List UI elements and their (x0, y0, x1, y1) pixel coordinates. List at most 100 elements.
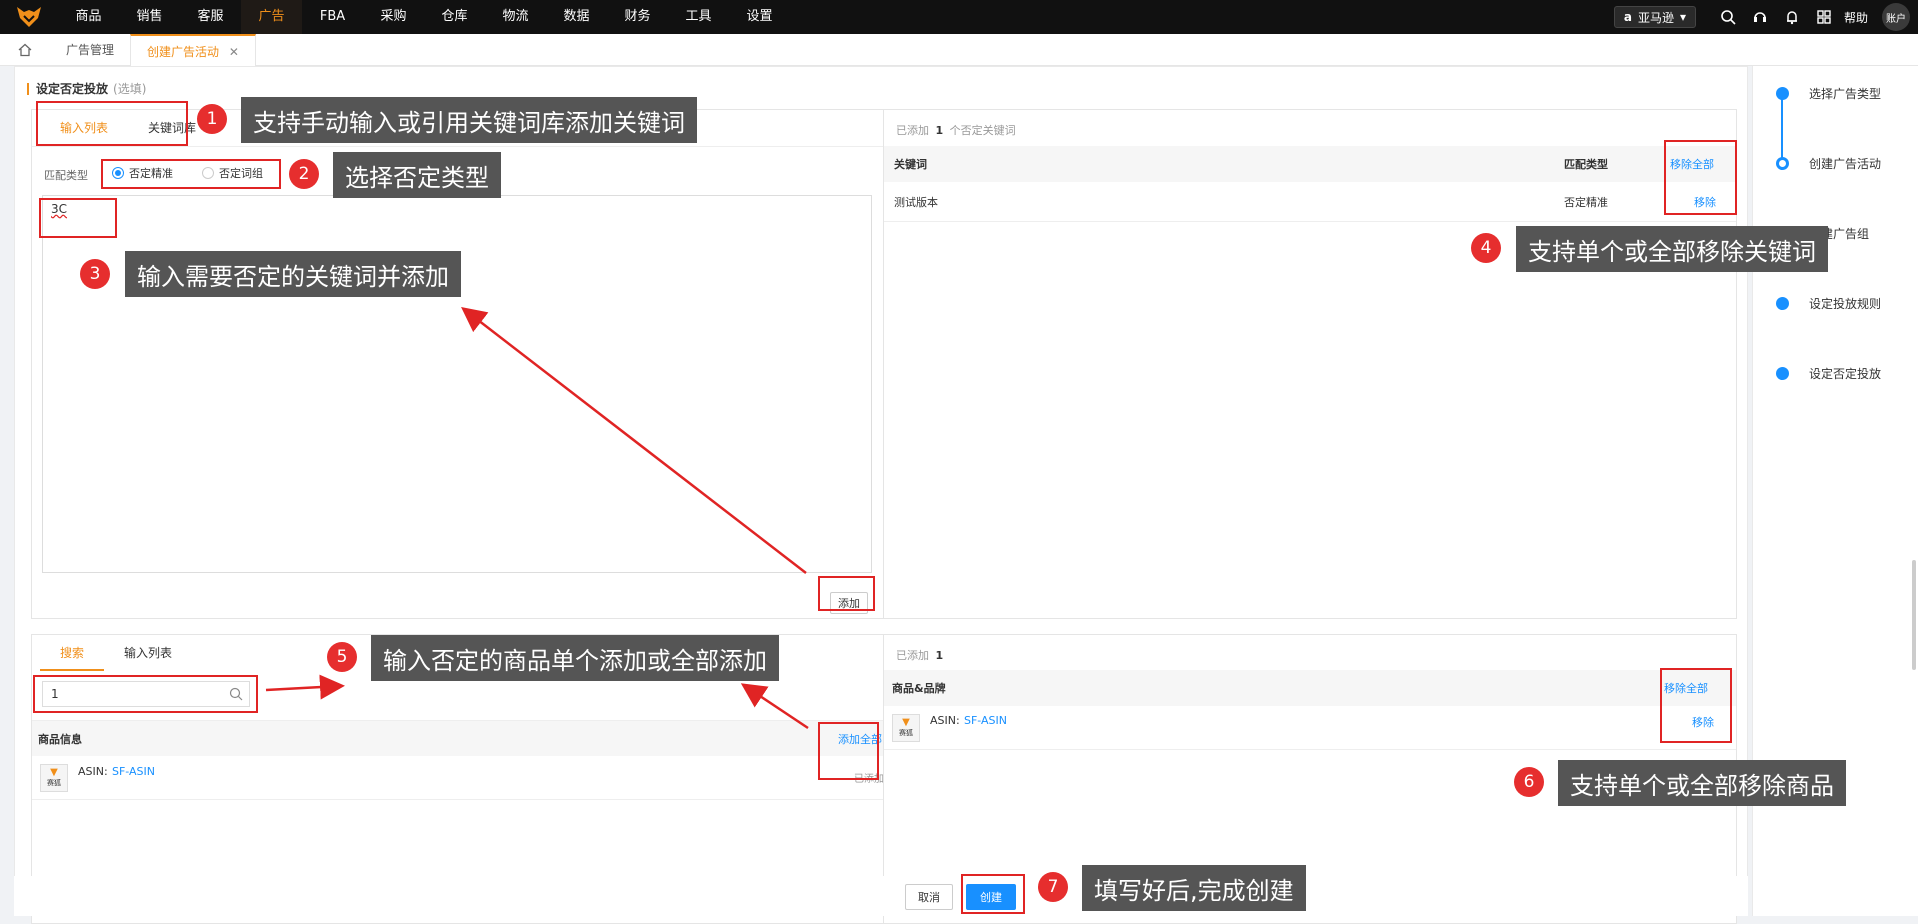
row-keyword: 测试版本 (894, 195, 938, 209)
accent-bar (27, 82, 29, 95)
tab-product-input-list[interactable]: 输入列表 (104, 635, 192, 671)
step-2[interactable]: 创建广告活动 (1776, 153, 1881, 173)
annotation-badge-6: 6 (1514, 767, 1544, 797)
summary-suffix: 个否定关键词 (949, 124, 1016, 137)
logo[interactable] (0, 0, 58, 34)
nav-tools[interactable]: 工具 (668, 0, 729, 34)
step-dot (1776, 86, 1789, 100)
summary-prefix: 已添加 (896, 124, 929, 137)
annotation-callout-1: 支持手动输入或引用关键词库添加关键词 (241, 97, 697, 143)
nav-data[interactable]: 数据 (546, 0, 607, 34)
product-thumbnail: ▼ 赛狐 (892, 713, 920, 742)
keyword-count: 1 (935, 124, 944, 137)
step-label: 设定投放规则 (1809, 296, 1882, 311)
annotation-callout-2: 选择否定类型 (333, 152, 501, 198)
match-type-label: 匹配类型 (44, 169, 88, 182)
summary-prefix: 已添加 (896, 649, 929, 662)
col-match-type: 匹配类型 (1564, 158, 1608, 171)
home-icon[interactable] (0, 34, 50, 66)
apps-grid-icon[interactable] (1808, 0, 1840, 34)
step-dot (1776, 366, 1789, 380)
divider (32, 146, 884, 147)
annotation-callout-6: 支持单个或全部移除商品 (1558, 760, 1846, 806)
search-icon[interactable] (1712, 0, 1744, 34)
step-dot (1776, 296, 1789, 310)
keyword-added-panel: 已添加 1 个否定关键词 关键词 匹配类型 移除全部 测试版本 否定精准 移除 (883, 109, 1737, 619)
footer-bar (14, 876, 1748, 916)
annotation-box-6 (1660, 668, 1732, 743)
section-title-text: 设定否定投放 (36, 82, 109, 96)
step-dot-current (1776, 156, 1789, 170)
annotation-box-3 (39, 198, 117, 238)
thumb-text: 赛狐 (47, 778, 61, 787)
help-link[interactable]: 帮助 (1844, 9, 1868, 26)
asin-label: ASIN: (930, 714, 960, 727)
annotation-box-4 (1664, 140, 1737, 215)
col-product-brand: 商品&品牌 (892, 682, 946, 695)
annotation-badge-4: 4 (1471, 233, 1501, 263)
product-search-tabs: 搜索 输入列表 (40, 635, 192, 671)
nav-warehouse[interactable]: 仓库 (424, 0, 485, 34)
asin-label: ASIN: (78, 765, 108, 778)
step-1[interactable]: 选择广告类型 (1776, 83, 1881, 103)
product-added-header: 商品&品牌 移除全部 (884, 670, 1736, 706)
nav-ads[interactable]: 广告 (241, 0, 302, 34)
col-product-info: 商品信息 (38, 732, 82, 746)
section-title: 设定否定投放 (选填) (27, 80, 146, 97)
asin-link[interactable]: SF-ASIN (964, 714, 1007, 727)
keyword-table-header: 关键词 匹配类型 移除全部 (884, 146, 1736, 182)
annotation-badge-2: 2 (289, 159, 319, 189)
step-4[interactable]: 设定投放规则 (1776, 293, 1881, 313)
tab-search[interactable]: 搜索 (40, 635, 105, 671)
nav-products[interactable]: 商品 (58, 0, 119, 34)
nav-logistics[interactable]: 物流 (485, 0, 546, 34)
section-optional: (选填) (113, 82, 147, 96)
step-label: 选择广告类型 (1809, 86, 1882, 101)
bell-icon[interactable] (1776, 0, 1808, 34)
page-tabs: 广告管理 创建广告活动 ✕ (0, 33, 1918, 66)
step-progress-line (1781, 98, 1783, 160)
annotation-box-7 (961, 874, 1025, 914)
step-label: 创建广告活动 (1809, 156, 1882, 171)
scrollbar[interactable] (1912, 560, 1916, 670)
nav-settings[interactable]: 设置 (729, 0, 790, 34)
asin-link[interactable]: SF-ASIN (112, 765, 155, 778)
nav-finance[interactable]: 财务 (607, 0, 668, 34)
product-thumbnail: ▼ 赛狐 (40, 763, 68, 792)
caret-down-icon: ▾ (1679, 10, 1686, 24)
store-label: 亚马逊 (1637, 10, 1674, 25)
table-row: ▼ 赛狐 ASIN: SF-ASIN 已添加 (32, 756, 884, 800)
amazon-icon: a (1623, 10, 1632, 24)
annotation-badge-1: 1 (197, 104, 227, 134)
nav-purchase[interactable]: 采购 (363, 0, 424, 34)
annotation-box-5-add (818, 722, 879, 780)
tab-create-campaign[interactable]: 创建广告活动 ✕ (130, 33, 256, 66)
close-icon[interactable]: ✕ (229, 45, 239, 59)
col-keyword: 关键词 (894, 158, 927, 171)
cancel-button[interactable]: 取消 (905, 884, 953, 910)
annotation-box-5-search (33, 675, 258, 713)
annotation-callout-5: 输入否定的商品单个添加或全部添加 (371, 635, 779, 681)
fox-logo-icon (17, 7, 41, 27)
table-row: 测试版本 否定精准 移除 (884, 182, 1736, 222)
main-content: 设定否定投放 (选填) 输入列表 关键词库 匹配类型 否定精准 否定词组 3C … (14, 66, 1748, 924)
product-count: 1 (935, 649, 944, 662)
headset-icon[interactable] (1744, 0, 1776, 34)
account-avatar[interactable]: 账户 (1882, 3, 1910, 31)
nav-fba[interactable]: FBA (302, 0, 363, 34)
annotation-callout-4: 支持单个或全部移除关键词 (1516, 226, 1828, 272)
fox-logo-icon: ▼ (50, 766, 58, 778)
annotation-badge-7: 7 (1038, 872, 1068, 902)
annotation-box-2 (101, 159, 281, 189)
store-selector[interactable]: a 亚马逊 ▾ (1613, 6, 1696, 28)
fox-logo-icon: ▼ (902, 716, 910, 728)
annotation-box-1 (36, 101, 188, 146)
step-5[interactable]: 设定否定投放 (1776, 363, 1881, 383)
table-row: ▼ 赛狐 ASIN: SF-ASIN 移除 (884, 706, 1736, 750)
thumb-text: 赛狐 (899, 728, 913, 737)
annotation-box-add (818, 576, 875, 611)
nav-sales[interactable]: 销售 (119, 0, 180, 34)
tab-ad-management[interactable]: 广告管理 (50, 34, 130, 66)
nav-service[interactable]: 客服 (180, 0, 241, 34)
product-table-header: 商品信息 添加全部 (32, 720, 884, 756)
